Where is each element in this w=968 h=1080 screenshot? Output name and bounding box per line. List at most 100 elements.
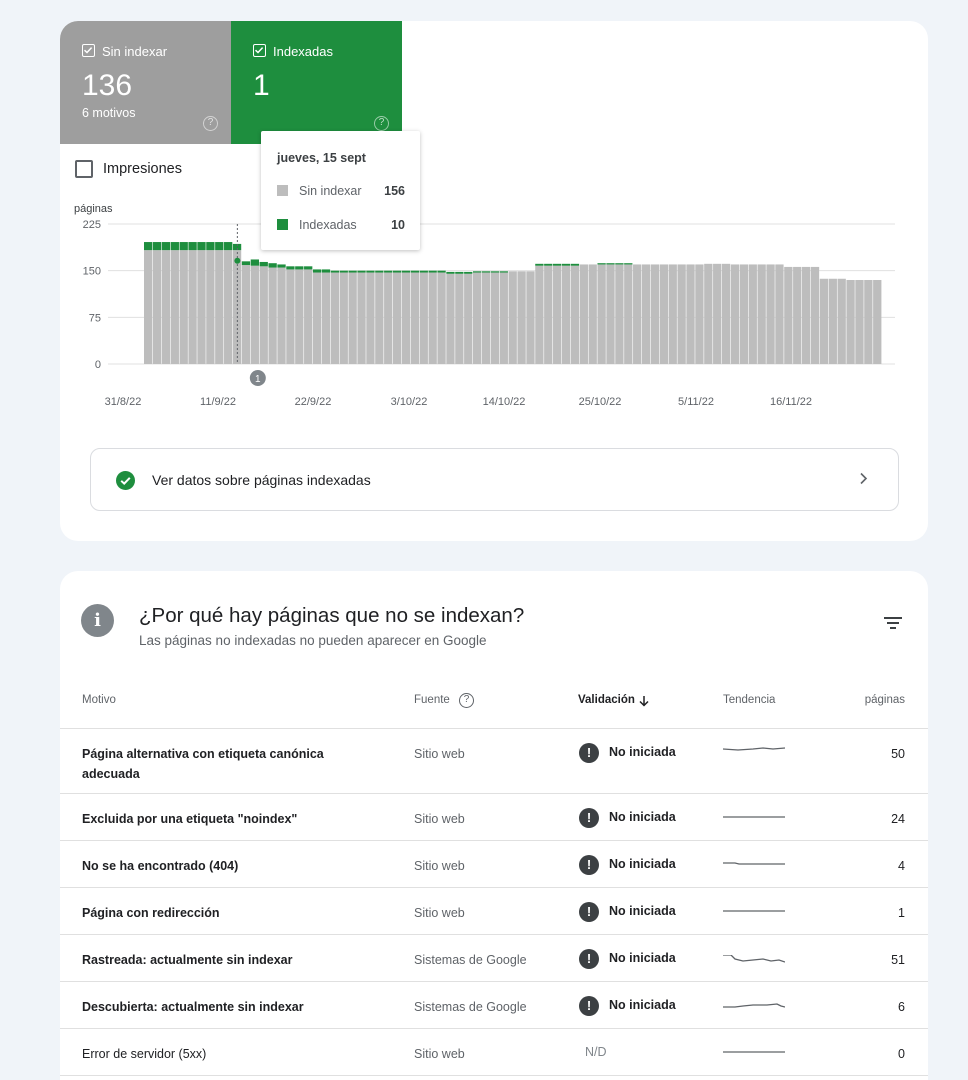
col-header-pages[interactable]: páginas [865,694,905,706]
trend-sparkline [723,910,785,912]
trend-sparkline [723,747,785,751]
bar-indexed [188,242,197,251]
bar-not-indexed [170,250,179,364]
bar-not-indexed [855,280,864,364]
col-header-source[interactable]: Fuente [414,694,450,706]
bar-not-indexed [224,250,233,364]
bar-indexed [161,242,171,251]
bar-not-indexed [481,272,491,364]
reason-cell: Descubierta: actualmente sin indexar [82,1000,304,1014]
pages-count-cell: 1 [898,906,905,920]
bar-indexed [561,263,571,266]
bar-not-indexed [286,269,295,364]
table-row[interactable]: Página alternativa con etiqueta canónica… [60,729,928,794]
x-tick-label: 5/11/22 [678,396,714,408]
bar-indexed [535,263,544,266]
help-icon[interactable]: ? [374,116,389,131]
pages-count-cell: 51 [891,953,905,967]
trend-sparkline [723,1003,785,1008]
bar-not-indexed [437,272,446,364]
bar-not-indexed [650,264,660,364]
bar-not-indexed [215,250,224,364]
col-header-trend: Tendencia [723,694,776,706]
bar-not-indexed [873,280,882,364]
not-indexed-reasons: 6 motivos [82,106,136,120]
bar-indexed [295,266,304,270]
bar-not-indexed [766,264,775,364]
table-row[interactable]: Descubierta: actualmente sin indexar Sist… [60,982,928,1029]
help-icon[interactable]: ? [203,116,218,131]
table-row[interactable]: Error de servidor (5xx) Sitio web N/D 0 [60,1029,928,1076]
reason-cell: Página alternativa con etiqueta canónica… [82,747,324,781]
bar-indexed [597,263,606,265]
checkbox-checked-icon[interactable] [253,44,266,57]
filter-icon[interactable] [884,616,902,630]
pages-count-cell: 6 [898,1000,905,1014]
bar-not-indexed [259,266,268,364]
bar-not-indexed [837,278,846,364]
bar-indexed [606,263,615,265]
bar-not-indexed [721,263,731,364]
indexed-count: 1 [253,69,270,102]
bar-not-indexed [490,272,500,364]
bar-indexed [330,270,340,273]
not-indexed-tile[interactable]: Sin indexar 136 6 motivos ? [60,21,231,144]
bar-indexed [357,270,366,273]
checkbox-unchecked-icon[interactable] [75,160,93,178]
indexing-chart[interactable]: páginas 0 75 150 225 1 31/8/22 11/9/22 22/9/22 3/… [60,196,928,436]
bar-not-indexed [232,250,242,364]
indexed-tile[interactable]: Indexadas 1 ? [231,21,402,144]
reason-cell: No se ha encontrado (404) [82,859,239,873]
exclamation-icon: ! [579,855,599,875]
bar-not-indexed [739,264,749,364]
reason-cell: Error de servidor (5xx) [82,1047,207,1061]
bar-indexed [490,271,500,273]
validation-status: No iniciada [609,998,676,1012]
bar-not-indexed [535,265,544,364]
y-axis-label: páginas [74,203,113,215]
bar-indexed [437,270,446,273]
help-icon[interactable]: ? [459,693,474,708]
tooltip-row-value: 10 [391,218,405,232]
info-icon: i [81,604,114,637]
table-row[interactable]: Rastreada: actualmente sin indexar Sistem… [60,935,928,982]
table-row[interactable]: Excluida por una etiqueta "noindex" Sitio… [60,794,928,841]
validation-status: No iniciada [609,904,676,918]
chart-tooltip: jueves, 15 sept Sin indexar 156 Indexada… [261,131,420,250]
bar-not-indexed [366,272,375,364]
checkbox-checked-icon[interactable] [82,44,95,57]
arrow-down-icon[interactable] [638,695,650,707]
bar-not-indexed [304,269,313,364]
validation-status: No iniciada [609,951,676,965]
bar-indexed [410,270,420,273]
bar-not-indexed [268,267,277,364]
bar-indexed [544,263,553,266]
bar-not-indexed [455,273,464,364]
col-header-validation[interactable]: Validación [578,694,635,706]
bar-not-indexed [810,266,820,364]
bar-indexed [152,242,162,251]
source-cell: Sistemas de Google [414,953,527,967]
bar-not-indexed [392,272,402,364]
bar-indexed [321,269,331,273]
not-indexed-count: 136 [82,69,133,102]
view-indexed-pages-link[interactable]: Ver datos sobre páginas indexadas [90,448,899,511]
trend-sparkline [723,862,785,865]
bar-not-indexed [544,265,553,364]
pages-count-cell: 24 [891,812,905,826]
trend-sparkline [723,955,785,963]
bar-not-indexed [357,272,366,364]
bar-not-indexed [775,264,784,364]
bar-not-indexed [241,265,251,364]
table-row[interactable]: No se ha encontrado (404) Sitio web! No in… [60,841,928,888]
bar-indexed [215,242,224,251]
table-row[interactable]: Página con redirección Sitio web! No inici… [60,888,928,935]
y-tick-label: 150 [83,266,101,278]
pages-count-cell: 50 [891,747,905,761]
not-indexed-reasons-card: i ¿Por qué hay páginas que no se indexan… [60,571,928,1080]
col-header-reason[interactable]: Motivo [82,694,116,706]
bar-not-indexed [713,263,722,364]
bar-indexed [375,270,384,273]
bar-indexed [224,242,233,251]
bar-not-indexed [250,265,259,364]
